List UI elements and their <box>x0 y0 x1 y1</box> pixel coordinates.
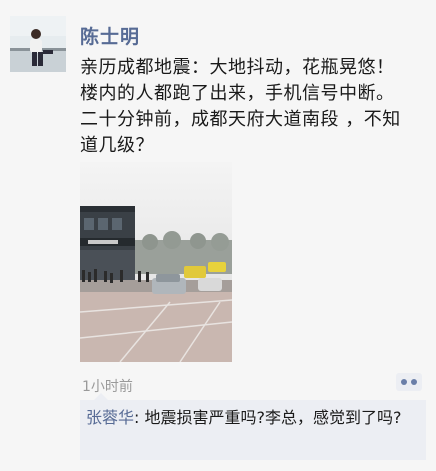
moments-post: 陈士明 亲历成都地震：大地抖动，花瓶晃悠！ 楼内的人都跑了出来，手机信号中断。 … <box>0 0 436 471</box>
comment-dots-icon[interactable] <box>396 373 422 391</box>
comment-separator: : <box>134 408 145 427</box>
comment-item[interactable]: 张蓉华: 地震损害严重吗?李总，感觉到了吗? <box>86 407 416 429</box>
post-text-line: 二十分钟前，成都天府大道南段 ，不知 <box>80 109 401 130</box>
commenter-name[interactable]: 张蓉华 <box>86 408 134 427</box>
post-text-line: 楼内的人都跑了出来，手机信号中断。 <box>80 83 395 104</box>
post-text: 亲历成都地震：大地抖动，花瓶晃悠！ 楼内的人都跑了出来，手机信号中断。 二十分钟… <box>80 55 425 159</box>
dot-icon <box>401 379 407 385</box>
avatar[interactable] <box>10 16 66 72</box>
comment-section: 张蓉华: 地震损害严重吗?李总，感觉到了吗? <box>80 393 426 460</box>
dot-icon <box>411 379 417 385</box>
post-photo[interactable] <box>80 162 232 362</box>
author-name[interactable]: 陈士明 <box>80 22 140 49</box>
comment-text: 地震损害严重吗?李总，感觉到了吗? <box>144 408 402 427</box>
post-text-line: 亲历成都地震：大地抖动，花瓶晃悠！ <box>80 57 395 78</box>
post-text-line: 道几级？ <box>80 135 154 156</box>
